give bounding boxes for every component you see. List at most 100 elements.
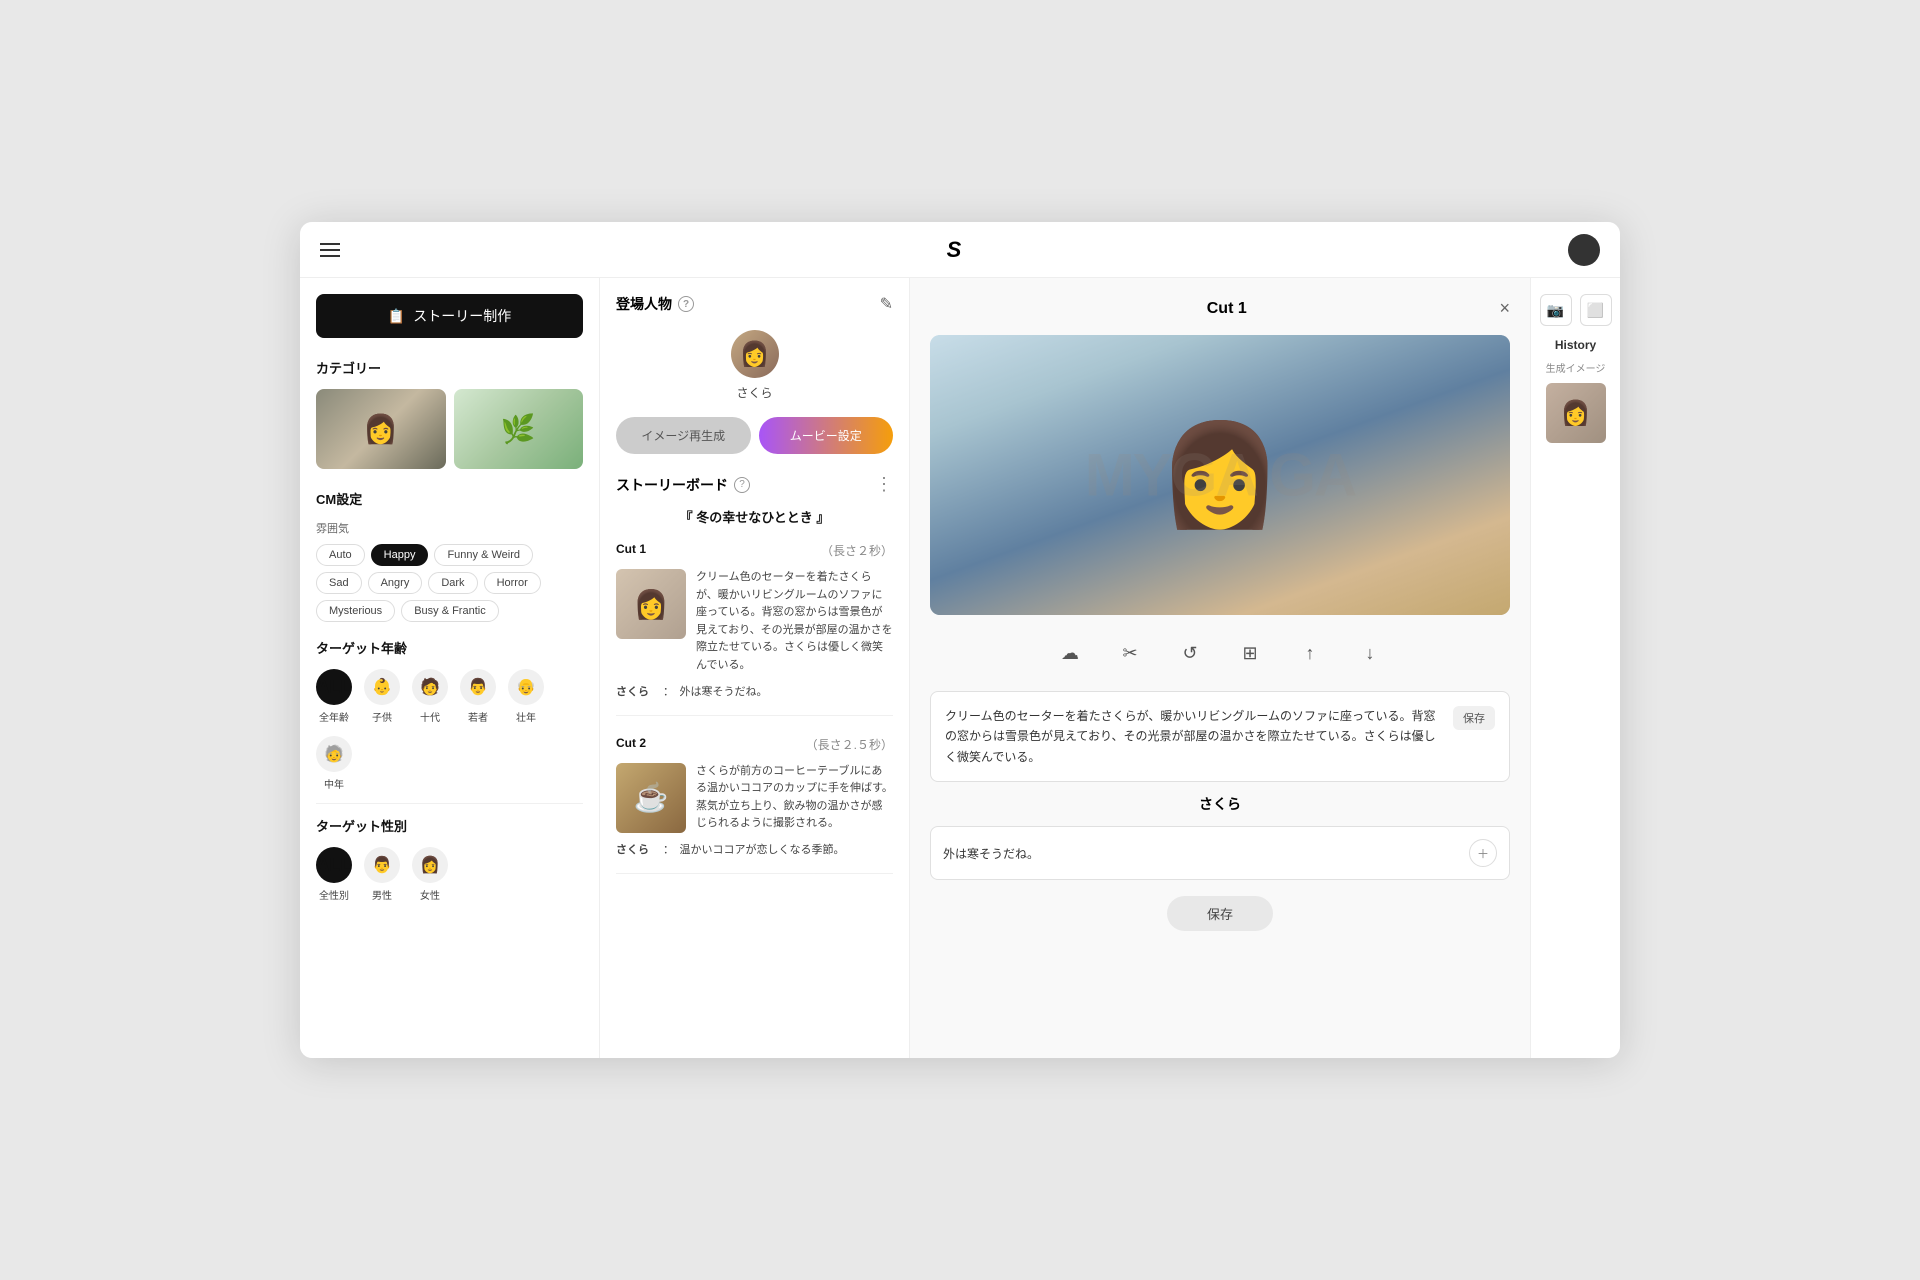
upload-icon[interactable]: ☁ bbox=[1052, 635, 1088, 671]
target-age-child[interactable]: 👶 子供 bbox=[364, 669, 400, 724]
refresh-icon[interactable]: ↺ bbox=[1172, 635, 1208, 671]
add-dialog-button[interactable]: ＋ bbox=[1469, 839, 1497, 867]
storyboard-header: ストーリーボード ? ⋮ bbox=[616, 474, 893, 495]
cut-2-description: さくらが前方のコーヒーテーブルにある温かいココアのカップに手を伸ばす。蒸気が立ち… bbox=[696, 763, 893, 833]
tag-angry[interactable]: Angry bbox=[368, 572, 423, 594]
middle-panel: 登場人物 ? ✎ 👩 さくら イメージ再生成 ムービー設定 ストーリーボード ?… bbox=[600, 278, 910, 1058]
main-scene-image: MYGA GA 👩 bbox=[930, 335, 1510, 615]
hamburger-menu[interactable] bbox=[320, 243, 340, 257]
tag-funny[interactable]: Funny & Weird bbox=[434, 544, 533, 566]
edit-cut-icon[interactable]: ✂ bbox=[1112, 635, 1148, 671]
target-age-section: ターゲット年齢 ALL 全年齢 👶 子供 🧑 十代 bbox=[316, 638, 583, 791]
categories-label: カテゴリー bbox=[316, 358, 583, 377]
characters-header: 登場人物 ? ✎ bbox=[616, 294, 893, 314]
target-age-label: ターゲット年齢 bbox=[316, 638, 583, 657]
tag-happy[interactable]: Happy bbox=[371, 544, 429, 566]
category-grid bbox=[316, 389, 583, 469]
adult-icon: 👴 bbox=[508, 669, 544, 705]
gender-male[interactable]: 👨 男性 bbox=[364, 847, 400, 902]
user-avatar[interactable] bbox=[1568, 234, 1600, 266]
character-section: 👩 さくら bbox=[616, 330, 893, 401]
mood-tags-row2: Sad Angry Dark Horror bbox=[316, 572, 583, 594]
storyboard-title-row: ストーリーボード ? bbox=[616, 475, 750, 495]
teen-icon: 🧑 bbox=[412, 669, 448, 705]
move-down-icon[interactable]: ↓ bbox=[1352, 635, 1388, 671]
target-age-young[interactable]: 👨 若者 bbox=[460, 669, 496, 724]
tag-horror[interactable]: Horror bbox=[484, 572, 541, 594]
dialog-box: 外は寒そうだね。 ＋ bbox=[930, 826, 1510, 880]
characters-title: 登場人物 ? bbox=[616, 294, 694, 314]
tag-sad[interactable]: Sad bbox=[316, 572, 362, 594]
young-icon: 👨 bbox=[460, 669, 496, 705]
target-gender-label: ターゲット性別 bbox=[316, 816, 583, 835]
create-story-button[interactable]: 📋 ストーリー制作 bbox=[316, 294, 583, 338]
tag-auto[interactable]: Auto bbox=[316, 544, 365, 566]
target-age-middle[interactable]: 🧓 中年 bbox=[316, 736, 352, 791]
target-age-grid: ALL 全年齢 👶 子供 🧑 十代 👨 若者 bbox=[316, 669, 583, 791]
story-title: 『 冬の幸せなひととき 』 bbox=[616, 507, 893, 526]
cut-item-1: Cut 1 （長さ２秒） 👩 クリーム色のセーターを着たさくらが、暖かいリビング… bbox=[616, 542, 893, 716]
target-age-adult[interactable]: 👴 壮年 bbox=[508, 669, 544, 724]
cut-1-id: Cut 1 bbox=[616, 542, 646, 559]
create-icon: 📋 bbox=[388, 308, 405, 325]
tag-busy[interactable]: Busy & Frantic bbox=[401, 600, 499, 622]
child-icon: 👶 bbox=[364, 669, 400, 705]
tag-mysterious[interactable]: Mysterious bbox=[316, 600, 395, 622]
category-item-2[interactable] bbox=[454, 389, 584, 469]
scene-character: 👩 bbox=[1158, 417, 1283, 534]
characters-info-icon[interactable]: ? bbox=[678, 296, 694, 312]
characters-edit-icon[interactable]: ✎ bbox=[880, 294, 893, 314]
character-name: さくら bbox=[736, 384, 772, 401]
scene-desc-save-button[interactable]: 保存 bbox=[1453, 706, 1495, 730]
female-icon: 👩 bbox=[412, 847, 448, 883]
modal-close-button[interactable]: × bbox=[1499, 298, 1510, 319]
middle-icon: 🧓 bbox=[316, 736, 352, 772]
action-toolbar: ☁ ✂ ↺ ⊞ ↑ ↓ bbox=[930, 635, 1510, 671]
history-title: History bbox=[1555, 338, 1596, 352]
action-buttons: イメージ再生成 ムービー設定 bbox=[616, 417, 893, 454]
right-panel: Cut 1 × MYGA GA 👩 ☁ ✂ ↺ ⊞ ↑ ↓ クリーム色のセーター… bbox=[910, 278, 1530, 1058]
left-sidebar: 📋 ストーリー制作 カテゴリー CM設定 雰囲気 Auto Happy Funn… bbox=[300, 278, 600, 1058]
target-age-teen[interactable]: 🧑 十代 bbox=[412, 669, 448, 724]
movie-settings-button[interactable]: ムービー設定 bbox=[759, 417, 894, 454]
grid-icon[interactable]: ⊞ bbox=[1232, 635, 1268, 671]
category-item-1[interactable] bbox=[316, 389, 446, 469]
app-logo: S bbox=[947, 237, 962, 263]
cut-1-thumbnail[interactable]: 👩 bbox=[616, 569, 686, 639]
history-subtitle: 生成イメージ bbox=[1546, 360, 1606, 375]
gender-all[interactable]: ALL 全性別 bbox=[316, 847, 352, 902]
regenerate-button[interactable]: イメージ再生成 bbox=[616, 417, 751, 454]
cm-label: CM設定 bbox=[316, 489, 583, 508]
cm-section: CM設定 雰囲気 Auto Happy Funny & Weird Sad An… bbox=[316, 489, 583, 622]
move-up-icon[interactable]: ↑ bbox=[1292, 635, 1328, 671]
cut-2-content: ☕ さくらが前方のコーヒーテーブルにある温かいココアのカップに手を伸ばす。蒸気が… bbox=[616, 763, 893, 833]
cut-1-duration: （長さ２秒） bbox=[821, 542, 893, 559]
cut-2-id: Cut 2 bbox=[616, 736, 646, 753]
app-header: S bbox=[300, 222, 1620, 278]
save-center-button[interactable]: 保存 bbox=[1167, 896, 1273, 931]
cut-1-header: Cut 1 （長さ２秒） bbox=[616, 542, 893, 559]
target-gender-section: ターゲット性別 ALL 全性別 👨 男性 👩 女性 bbox=[316, 816, 583, 902]
gender-all-icon: ALL bbox=[316, 847, 352, 883]
character-avatar[interactable]: 👩 bbox=[731, 330, 779, 378]
male-icon: 👨 bbox=[364, 847, 400, 883]
cut-2-dialog: さくら ： 温かいココアが恋しくなる季節。 bbox=[616, 841, 893, 857]
mood-tags-row1: Auto Happy Funny & Weird bbox=[316, 544, 583, 566]
cut-2-thumbnail[interactable]: ☕ bbox=[616, 763, 686, 833]
cut-1-description: クリーム色のセーターを着たさくらが、暖かいリビングルームのソファに座っている。背… bbox=[696, 569, 893, 675]
scene-desc-box: クリーム色のセーターを着たさくらが、暖かいリビングルームのソファに座っている。背… bbox=[930, 691, 1510, 782]
storyboard-info-icon[interactable]: ? bbox=[734, 477, 750, 493]
history-thumbnail[interactable]: 👩 bbox=[1546, 383, 1606, 443]
gender-female[interactable]: 👩 女性 bbox=[412, 847, 448, 902]
history-camera-icon[interactable]: 📷 bbox=[1540, 294, 1572, 326]
history-panel: 📷 ⬜ History 生成イメージ 👩 bbox=[1530, 278, 1620, 1058]
cut-1-content: 👩 クリーム色のセーターを着たさくらが、暖かいリビングルームのソファに座っている… bbox=[616, 569, 893, 675]
storyboard-more-button[interactable]: ⋮ bbox=[875, 474, 893, 495]
all-age-icon: ALL bbox=[316, 669, 352, 705]
history-layout-icon[interactable]: ⬜ bbox=[1580, 294, 1612, 326]
cut-1-dialog: さくら ： 外は寒そうだね。 bbox=[616, 683, 893, 699]
target-age-all[interactable]: ALL 全年齢 bbox=[316, 669, 352, 724]
cut-2-header: Cut 2 （長さ２.５秒） bbox=[616, 736, 893, 753]
tag-dark[interactable]: Dark bbox=[428, 572, 477, 594]
history-view-toggle: 📷 ⬜ bbox=[1540, 294, 1612, 326]
